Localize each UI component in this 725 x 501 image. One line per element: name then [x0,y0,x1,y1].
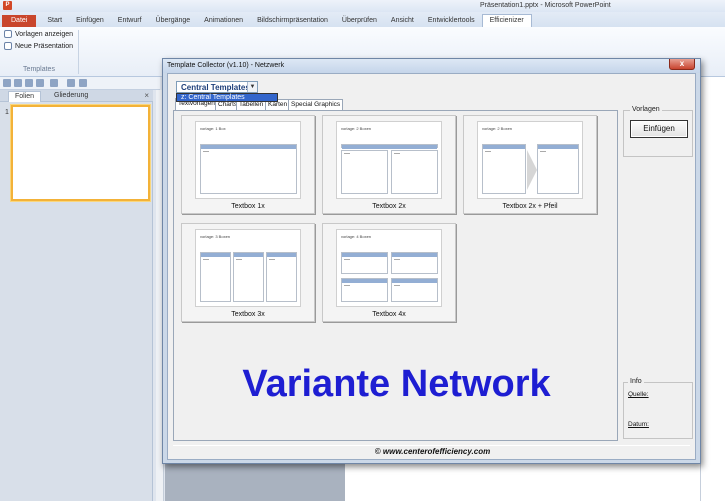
thumbnail-title: vorlage: 4 Boxen [341,234,372,239]
templates-group: Vorlagen Einfügen [623,106,693,157]
thumbnail-textbox [200,144,297,194]
tab-gliederung[interactable]: Gliederung [48,91,94,102]
ribbon-group-label: Templates [23,66,55,73]
insert-button[interactable]: Einfügen [630,120,688,138]
template-collector-dialog: Template Collector (v1.10) - Netzwerk x … [162,58,701,464]
slide-thumbnail[interactable] [11,105,150,201]
tab-special-graphics[interactable]: Special Graphics [288,99,344,110]
date-label: Datum: [628,421,649,428]
template-thumbnail: vorlage: 1 Box [195,121,301,199]
ribbon-tab-ueberpruefen[interactable]: Überprüfen [335,15,384,27]
dropdown-list: z: Central Templates [176,93,278,102]
slide-number: 1 [5,109,9,116]
template-source-dropdown[interactable]: Central Templates ▼ [176,81,258,93]
thumbnail-textbox [233,252,264,302]
ribbon-tab-datei[interactable]: Datei [2,15,37,27]
ribbon-tab-einfuegen[interactable]: Einfügen [69,15,111,27]
format-icon[interactable] [67,79,75,87]
thumbnail-textbox [341,150,388,194]
template-card-label: Textbox 2x [372,203,406,210]
slides-panel: Folien Gliederung × 1 [0,90,153,501]
tab-folien[interactable]: Folien [8,91,42,102]
slide-canvas[interactable] [345,460,725,501]
dialog-title: Template Collector (v1.10) - Netzwerk [167,62,285,69]
new-presentation-button[interactable]: Neue Präsentation [4,42,73,50]
ribbon-tab-start[interactable]: Start [40,15,69,27]
print-icon[interactable] [25,79,33,87]
info-group: Info Quelle: Datum: [623,378,693,439]
arrow-icon [527,150,537,190]
thumbnail-title: vorlage: 2 Boxen [482,126,513,131]
thumbnail-title: vorlage: 2 Boxen [341,126,372,131]
template-thumbnail: vorlage: 2 Boxen [336,121,442,199]
open-icon[interactable] [3,79,11,87]
dialog-client-area: Textvorlagen Charts Tabellen Karten Spec… [167,73,696,460]
template-card[interactable]: vorlage: 2 Boxen Textbox 2x [322,115,456,214]
textbox-header [201,145,296,149]
ribbon-tab-uebergaenge[interactable]: Übergänge [149,15,198,27]
new-document-icon [4,42,12,50]
thumbnail-textbox [391,252,438,274]
template-card-label: Textbox 3x [231,311,265,318]
thumbnail-textbox [537,144,579,194]
info-group-legend: Info [628,378,644,385]
thumbnail-textbox [266,252,297,302]
ribbon-tab-bildschirmpraesentation[interactable]: Bildschirmpräsentation [250,15,335,27]
thumbnail-textbox [341,252,388,274]
thumbnail-textbox [391,278,438,302]
app-titlebar: P Präsentation1.pptx - Microsoft PowerPo… [0,0,725,12]
new-presentation-label: Neue Präsentation [15,42,73,50]
variant-overlay-text: Variante Network [242,363,551,405]
ribbon-tab-efficienizer[interactable]: Efficienizer [481,14,532,27]
template-card[interactable]: vorlage: 4 Boxen Textbox 4x [322,223,456,322]
close-icon[interactable]: × [144,91,149,100]
ribbon-tab-entwicklertools[interactable]: Entwicklertools [421,15,482,27]
chevron-down-icon[interactable]: ▼ [247,82,257,92]
template-thumbnail: vorlage: 4 Boxen [336,229,442,307]
footer-divider [173,445,690,446]
show-templates-button[interactable]: Vorlagen anzeigen [4,30,73,38]
ribbon-tab-ansicht[interactable]: Ansicht [384,15,421,27]
show-templates-label: Vorlagen anzeigen [15,30,73,38]
thumbnail-header-bar [341,144,438,149]
thumbnail-textbox [482,144,526,194]
brush-icon[interactable] [79,79,87,87]
thumbnail-textbox [200,252,231,302]
layout-icon[interactable] [36,79,44,87]
slides-panel-tabs: Folien Gliederung × [0,90,153,102]
save-icon[interactable] [14,79,22,87]
templates-group-legend: Vorlagen [630,106,662,113]
ribbon-tab-animationen[interactable]: Animationen [197,15,250,27]
template-card[interactable]: vorlage: 2 Boxen Textbox 2x + Pfeil [463,115,597,214]
copyright-footer: © www.centerofefficiency.com [374,447,491,456]
template-thumbnail: vorlage: 3 Boxen [195,229,301,307]
thumbnail-title: vorlage: 3 Boxen [200,234,231,239]
right-ruler-strip [700,77,725,501]
ribbon-group-divider [78,30,79,74]
app-title: Präsentation1.pptx - Microsoft PowerPoin… [480,2,611,9]
template-grid: vorlage: 1 Box Textbox 1x vorlage: 2 Box… [173,110,618,441]
ribbon-tabs: Datei Start Einfügen Entwurf Übergänge A… [0,12,725,27]
quick-access-toolbar [0,77,160,90]
dialog-titlebar[interactable]: Template Collector (v1.10) - Netzwerk x [163,59,700,73]
template-card-label: Textbox 1x [231,203,265,210]
template-card[interactable]: vorlage: 3 Boxen Textbox 3x [181,223,315,322]
dropdown-value: Central Templates [181,83,250,92]
thumbnail-textbox [341,278,388,302]
template-card[interactable]: vorlage: 1 Box Textbox 1x [181,115,315,214]
thumbnail-title: vorlage: 1 Box [200,126,226,131]
ribbon-tab-entwurf[interactable]: Entwurf [111,15,149,27]
close-button[interactable]: x [669,59,695,70]
search-icon [4,30,12,38]
dropdown-option[interactable]: z: Central Templates [177,94,277,101]
source-label: Quelle: [628,391,649,398]
template-card-label: Textbox 4x [372,311,406,318]
template-card-label: Textbox 2x + Pfeil [502,203,558,210]
thumbnail-textbox [391,150,438,194]
table-icon[interactable] [50,79,58,87]
template-thumbnail: vorlage: 2 Boxen [477,121,583,199]
powerpoint-icon[interactable]: P [3,1,12,10]
